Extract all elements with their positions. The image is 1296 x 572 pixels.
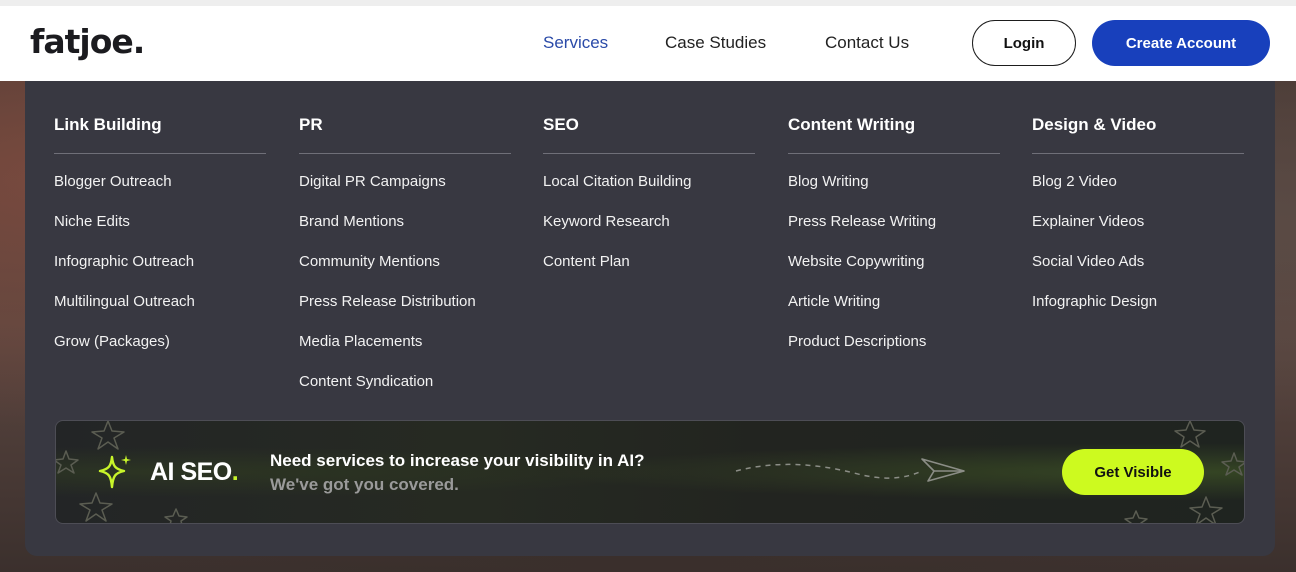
menu-item[interactable]: Explainer Videos bbox=[1032, 212, 1244, 252]
menu-column: Content Writing Blog Writing Press Release… bbox=[788, 115, 1000, 372]
menu-column-title[interactable]: Content Writing bbox=[788, 115, 1000, 135]
menu-column-title[interactable]: Link Building bbox=[54, 115, 266, 135]
menu-column-list: Blog 2 Video Explainer Videos Social Video… bbox=[1032, 172, 1244, 332]
menu-column: PR Digital PR Campaigns Brand Mentions Comm… bbox=[299, 115, 511, 412]
ai-seo-logo-text: AI SEO. bbox=[150, 457, 239, 486]
menu-item[interactable]: Article Writing bbox=[788, 292, 1000, 332]
menu-item[interactable]: Niche Edits bbox=[54, 212, 266, 252]
menu-column-divider bbox=[299, 153, 511, 154]
page: fatjoe. Services Case Studies Contact Us… bbox=[0, 0, 1296, 572]
ai-seo-banner: AI SEO. Need services to increase your v… bbox=[55, 420, 1245, 524]
menu-item[interactable]: Press Release Writing bbox=[788, 212, 1000, 252]
ai-seo-logo: AI SEO. bbox=[96, 453, 239, 491]
menu-item[interactable]: Content Plan bbox=[543, 252, 755, 292]
menu-item[interactable]: Grow (Packages) bbox=[54, 332, 266, 372]
login-button[interactable]: Login bbox=[972, 20, 1076, 66]
menu-column-title[interactable]: PR bbox=[299, 115, 511, 135]
nav-contact-us[interactable]: Contact Us bbox=[825, 33, 909, 53]
menu-item[interactable]: Infographic Design bbox=[1032, 292, 1244, 332]
menu-item[interactable]: Brand Mentions bbox=[299, 212, 511, 252]
menu-column: Design & Video Blog 2 Video Explainer Vide… bbox=[1032, 115, 1244, 332]
menu-column-divider bbox=[54, 153, 266, 154]
nav-case-studies[interactable]: Case Studies bbox=[665, 33, 766, 53]
menu-item[interactable]: Social Video Ads bbox=[1032, 252, 1244, 292]
menu-item[interactable]: Keyword Research bbox=[543, 212, 755, 252]
menu-item[interactable]: Blog Writing bbox=[788, 172, 1000, 212]
menu-item[interactable]: Digital PR Campaigns bbox=[299, 172, 511, 212]
menu-item[interactable]: Local Citation Building bbox=[543, 172, 755, 212]
menu-column-list: Digital PR Campaigns Brand Mentions Commun… bbox=[299, 172, 511, 412]
menu-item[interactable]: Media Placements bbox=[299, 332, 511, 372]
logo[interactable]: fatjoe. bbox=[30, 22, 145, 61]
menu-column-title[interactable]: Design & Video bbox=[1032, 115, 1244, 135]
menu-item[interactable]: Content Syndication bbox=[299, 372, 511, 412]
menu-item[interactable]: Community Mentions bbox=[299, 252, 511, 292]
banner-subline: We've got you covered. bbox=[270, 475, 459, 494]
menu-column-list: Blog Writing Press Release Writing Website… bbox=[788, 172, 1000, 372]
menu-item[interactable]: Infographic Outreach bbox=[54, 252, 266, 292]
menu-item[interactable]: Website Copywriting bbox=[788, 252, 1000, 292]
menu-column: SEO Local Citation Building Keyword Resear… bbox=[543, 115, 755, 292]
create-account-button[interactable]: Create Account bbox=[1092, 20, 1270, 66]
menu-column-divider bbox=[788, 153, 1000, 154]
menu-item[interactable]: Blogger Outreach bbox=[54, 172, 266, 212]
menu-column-divider bbox=[543, 153, 755, 154]
menu-column-list: Local Citation Building Keyword Research C… bbox=[543, 172, 755, 292]
menu-column-title[interactable]: SEO bbox=[543, 115, 755, 135]
nav-services[interactable]: Services bbox=[543, 33, 608, 53]
site-header: fatjoe. Services Case Studies Contact Us… bbox=[0, 0, 1296, 81]
menu-column-list: Blogger Outreach Niche Edits Infographic O… bbox=[54, 172, 266, 372]
menu-column: Link Building Blogger Outreach Niche Edits… bbox=[54, 115, 266, 372]
sparkle-icon bbox=[98, 455, 131, 489]
menu-item[interactable]: Product Descriptions bbox=[788, 332, 1000, 372]
menu-item[interactable]: Multilingual Outreach bbox=[54, 292, 266, 332]
banner-headline: Need services to increase your visibilit… bbox=[270, 451, 645, 470]
services-mega-menu: Link Building Blogger Outreach Niche Edits… bbox=[25, 81, 1275, 556]
get-visible-button[interactable]: Get Visible bbox=[1062, 449, 1204, 495]
menu-item[interactable]: Blog 2 Video bbox=[1032, 172, 1244, 212]
menu-item[interactable]: Press Release Distribution bbox=[299, 292, 511, 332]
menu-column-divider bbox=[1032, 153, 1244, 154]
paper-plane-icon bbox=[735, 458, 965, 482]
